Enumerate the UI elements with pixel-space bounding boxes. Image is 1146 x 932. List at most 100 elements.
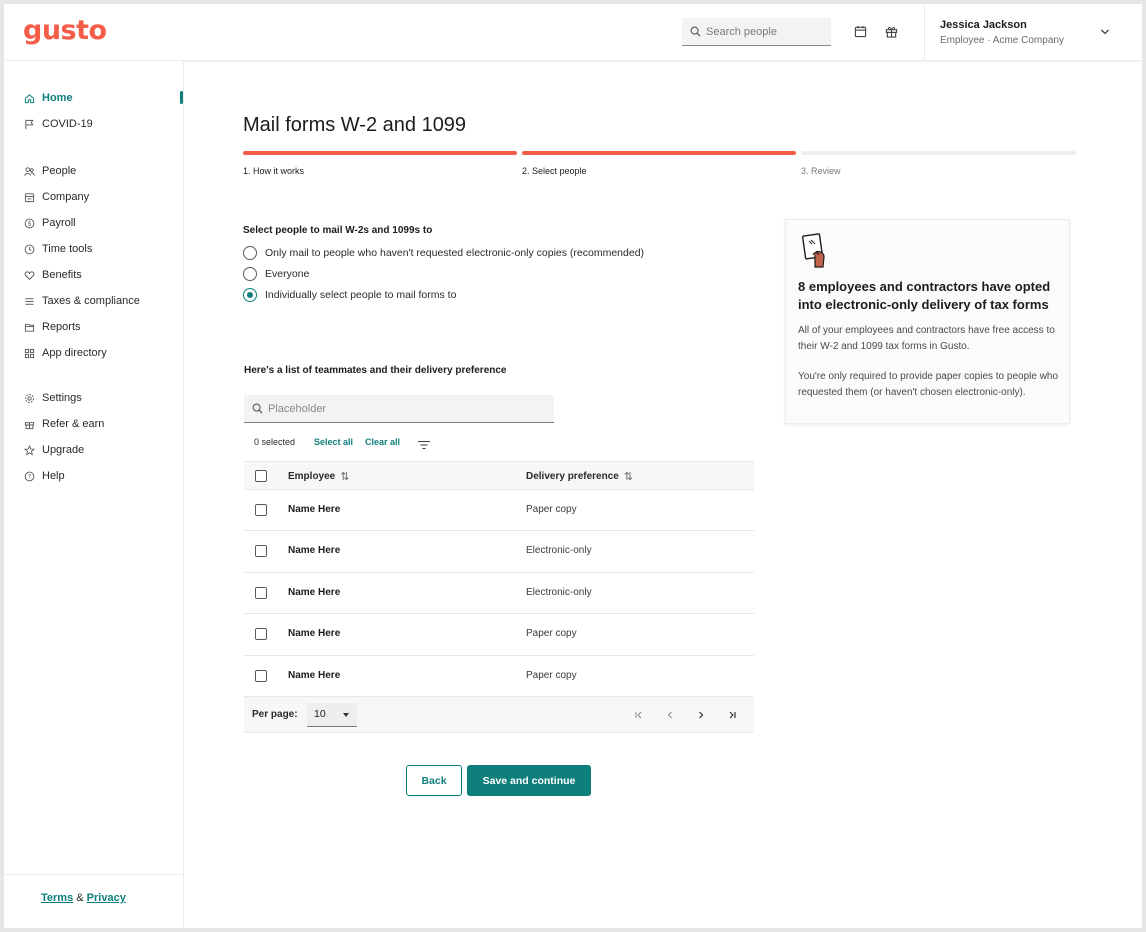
sidebar-item-benefits[interactable]: Benefits [4,264,184,286]
previous-page-icon[interactable] [663,708,677,722]
sidebar-item-label: Reports [42,321,81,333]
save-and-continue-button[interactable]: Save and continue [467,765,591,796]
sidebar-item-label: Taxes & compliance [42,295,140,307]
terms-link[interactable]: Terms [41,892,73,904]
table-row: Name Here Electronic-only [244,531,754,573]
delivery-preference: Electronic-only [526,586,592,598]
row-checkbox[interactable] [255,504,267,516]
progress-step-1 [243,151,517,155]
info-card-paragraph: All of your employees and contractors ha… [798,325,1055,352]
sort-icon[interactable]: ⇅ [340,470,349,483]
sidebar-item-upgrade[interactable]: Upgrade [4,439,184,461]
select-all-checkbox[interactable] [255,470,267,482]
table-header: Employee ⇅ Delivery preference ⇅ [244,461,754,490]
next-page-icon[interactable] [694,708,708,722]
gear-icon [23,392,35,404]
gusto-logo[interactable]: gusto [23,15,107,46]
sidebar-item-label: People [42,165,77,177]
sidebar-item-label: App directory [42,347,107,359]
sidebar-item-settings[interactable]: Settings [4,387,184,409]
back-button[interactable]: Back [406,765,462,796]
sidebar-item-label: Upgrade [42,444,85,456]
step-label-select-people: 2. Select people [522,166,587,176]
caret-down-icon [343,712,349,717]
delivery-preference: Paper copy [526,504,577,515]
sidebar-item-reports[interactable]: Reports [4,316,184,338]
star-icon [23,444,35,456]
progress-step-3 [801,151,1076,155]
last-page-icon[interactable] [725,708,739,722]
sidebar-item-taxes[interactable]: Taxes & compliance [4,290,184,312]
search-people-input[interactable] [706,25,826,38]
teammate-filter-field[interactable] [244,395,554,423]
chevron-down-icon[interactable] [1098,25,1112,39]
sidebar: Home COVID-19 People Company $ Payroll T… [4,61,184,928]
folder-icon [23,321,35,333]
row-checkbox[interactable] [255,628,267,641]
delivery-preference: Paper copy [526,669,577,681]
help-icon: ? [23,470,35,482]
employee-name: Name Here [288,504,341,515]
sidebar-item-people[interactable]: People [4,160,184,182]
teammate-filter-input[interactable] [268,402,548,415]
clear-all-link[interactable]: Clear all [365,437,400,447]
sidebar-item-help[interactable]: ? Help [4,465,184,487]
radio-button-selected[interactable] [243,288,257,302]
footer-ampersand: & [76,892,84,904]
user-company: Employee · Acme Company [940,35,1064,46]
info-card-paragraph: You're only required to provide paper co… [798,371,1059,398]
sidebar-item-time-tools[interactable]: Time tools [4,238,184,260]
table-pagination: Per page: 10 [244,696,754,733]
row-checkbox[interactable] [255,669,267,682]
per-page-label: Per page: [252,708,298,720]
step-label-how-it-works: 1. How it works [243,166,305,176]
per-page-value: 10 [314,708,326,721]
column-header-delivery[interactable]: Delivery preference ⇅ [526,470,633,483]
first-page-icon[interactable] [632,708,646,722]
select-all-link[interactable]: Select all [314,437,353,447]
column-label: Delivery preference [526,471,619,482]
building-icon [23,191,35,203]
people-icon [23,165,35,177]
radio-option-everyone[interactable]: Everyone [243,267,309,281]
sidebar-item-refer[interactable]: Refer & earn [4,413,184,435]
sort-icon[interactable]: ⇅ [624,470,633,483]
employee-name: Name Here [288,545,341,557]
electronic-delivery-info-card: 8 employees and contractors have opted i… [785,219,1070,424]
privacy-link[interactable]: Privacy [87,892,126,904]
svg-text:?: ? [27,473,30,480]
table-row: Name Here Paper copy [244,656,754,697]
top-bar: gusto Jessica Jacks [4,4,1142,61]
sidebar-item-app-directory[interactable]: App directory [4,342,184,364]
header-divider [924,4,925,60]
search-people-field[interactable] [682,18,831,46]
table-row: Name Here Electronic-only [244,573,754,615]
sidebar-item-home[interactable]: Home [4,87,184,109]
table-row: Name Here Paper copy [244,614,754,656]
sidebar-item-label: COVID-19 [42,118,93,130]
radio-button[interactable] [243,267,257,281]
sidebar-item-covid[interactable]: COVID-19 [4,113,184,135]
radio-button[interactable] [243,246,257,260]
gift-icon[interactable] [883,23,899,39]
radio-option-individual[interactable]: Individually select people to mail forms… [243,288,456,302]
calendar-icon[interactable] [852,23,868,39]
document-hand-illustration [801,233,825,268]
delivery-preference: Paper copy [526,628,577,640]
heart-icon [23,269,35,281]
search-icon [690,26,701,37]
teammates-list-label: Here's a list of teammates and their del… [244,365,507,376]
row-checkbox[interactable] [255,545,267,558]
progress-step-2 [522,151,796,155]
row-checkbox[interactable] [255,586,267,599]
per-page-select[interactable]: 10 [307,702,357,727]
radio-option-recommended[interactable]: Only mail to people who haven't requeste… [243,246,644,260]
selected-count: 0 selected [254,437,296,447]
column-header-employee[interactable]: Employee ⇅ [288,470,349,483]
sidebar-item-label: Benefits [42,269,82,281]
filter-icon[interactable] [417,437,431,450]
sidebar-item-payroll[interactable]: $ Payroll [4,212,184,234]
employee-name: Name Here [288,669,341,681]
sidebar-item-company[interactable]: Company [4,186,184,208]
gift-icon [23,418,35,430]
